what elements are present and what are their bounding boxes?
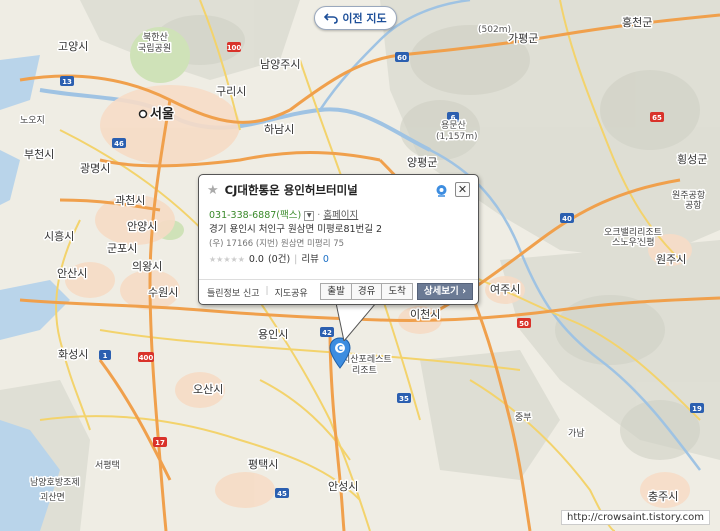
label-chungju: 충주시 bbox=[648, 490, 678, 503]
seoul-city-marker bbox=[138, 109, 148, 119]
label-gwacheon: 과천시 bbox=[115, 193, 145, 207]
detail-view-button[interactable]: 상세보기 › bbox=[416, 283, 473, 300]
popup-header: ★ CJ대한통운 용인허브터미널 ✕ bbox=[207, 181, 470, 199]
label-seopyeongtaek: 서평택 bbox=[95, 460, 120, 471]
label-yongmunsan: 용문산 bbox=[441, 120, 466, 131]
label-airport: 공항 bbox=[685, 200, 702, 211]
label-sinpyeong: 신평 bbox=[638, 237, 655, 248]
label-namyangho: 남양호방조제 bbox=[30, 477, 80, 488]
share-map-link[interactable]: 지도공유 bbox=[275, 286, 308, 299]
label-gapyeong: 가평군 bbox=[508, 32, 538, 45]
label-yeoju: 여주시 bbox=[490, 283, 520, 296]
road-shield-1: 1 bbox=[103, 352, 108, 360]
label-hanam: 하남시 bbox=[264, 122, 294, 136]
label-anseong: 안성시 bbox=[328, 480, 358, 493]
road-shield-35: 35 bbox=[399, 395, 409, 403]
label-goesan: 괴산면 bbox=[40, 492, 65, 503]
homepage-link[interactable]: 홈페이지 bbox=[323, 210, 358, 221]
review-count[interactable]: 0 bbox=[323, 253, 329, 267]
rating-count: (0건) bbox=[267, 254, 291, 265]
label-goyang: 고양시 bbox=[58, 40, 88, 53]
favorite-star-icon[interactable]: ★ bbox=[207, 183, 219, 198]
road-shield-60: 60 bbox=[397, 54, 407, 62]
label-seoul: 서울 bbox=[150, 106, 174, 122]
label-ansan: 안산시 bbox=[57, 267, 87, 280]
jibun-address: 원삼면 미평리 75 bbox=[280, 239, 345, 249]
label-icheon: 이천시 bbox=[410, 307, 440, 321]
location-target-icon[interactable] bbox=[435, 184, 448, 198]
label-bucheon: 부천시 bbox=[24, 147, 54, 161]
label-ganam: 가남 bbox=[568, 428, 585, 439]
jibun-label: (지번) bbox=[255, 239, 279, 249]
label-yangpyeong: 양평군 bbox=[407, 156, 437, 169]
via-button[interactable]: 경유 bbox=[350, 283, 383, 300]
label-hoengseong: 횡성군 bbox=[677, 153, 707, 166]
road-shield-45: 45 bbox=[277, 490, 287, 498]
previous-map-label: 이전 지도 bbox=[342, 12, 387, 25]
review-label: 리뷰 bbox=[301, 254, 319, 265]
postal-code: (우) 17166 bbox=[209, 239, 254, 249]
label-jungbu: 중부 bbox=[515, 412, 532, 423]
label-namyangju: 남양주시 bbox=[260, 58, 300, 71]
return-arrow-icon bbox=[324, 13, 339, 24]
road-shield-400: 400 bbox=[139, 354, 154, 362]
popup-body: 031-338-6887(팩스) ▼ · 홈페이지 경기 용인시 처인구 원삼면… bbox=[209, 209, 470, 267]
label-osan: 오산시 bbox=[193, 383, 223, 396]
report-error-link[interactable]: 틀린정보 신고 bbox=[207, 286, 260, 299]
label-national-park: 국립공원 bbox=[138, 43, 171, 54]
road-shield-13: 13 bbox=[62, 78, 72, 86]
place-title[interactable]: CJ대한통운 용인허브터미널 bbox=[225, 182, 358, 198]
label-siheung: 시흥시 bbox=[44, 229, 74, 243]
label-wonju: 원주시 bbox=[656, 253, 686, 266]
arrive-button[interactable]: 도착 bbox=[381, 283, 413, 300]
label-hwaseong: 화성시 bbox=[58, 348, 88, 361]
label-guri: 구리시 bbox=[216, 85, 246, 98]
label-jakbaksan-height: (502m) bbox=[478, 25, 511, 35]
rating-stars-icon: ★★★★★ bbox=[209, 255, 245, 264]
label-anyang: 안양시 bbox=[127, 220, 157, 233]
label-bukhansan: 북한산 bbox=[143, 32, 168, 43]
label-yongin: 용인시 bbox=[258, 328, 288, 341]
place-info-popup: ★ CJ대한통운 용인허브터미널 ✕ 031-338-6887(팩스) ▼ · … bbox=[198, 174, 479, 305]
road-shield-19: 19 bbox=[692, 405, 702, 413]
label-pyeongtaek: 평택시 bbox=[248, 458, 278, 471]
rating-value: 0.0 bbox=[248, 254, 264, 265]
rating-row: ★★★★★ 0.0 (0건) | 리뷰 0 bbox=[209, 253, 329, 267]
start-button[interactable]: 출발 bbox=[320, 283, 352, 300]
popup-pointer bbox=[336, 303, 376, 341]
road-shield-46: 46 bbox=[114, 140, 124, 148]
road-shield-100: 100 bbox=[227, 44, 242, 52]
label-oakvalley: 오크밸리리조트 bbox=[604, 227, 662, 238]
address-secondary: (우) 17166 (지번) 원삼면 미평리 75 bbox=[209, 237, 470, 251]
road-shield-42: 42 bbox=[322, 329, 332, 337]
place-address: 경기 용인시 처인구 원삼면 미평로81번길 2 bbox=[209, 224, 383, 235]
label-yongmunsan-height: (1,157m) bbox=[436, 132, 478, 142]
label-resort: 리조트 bbox=[352, 365, 377, 376]
road-shield-17: 17 bbox=[155, 439, 165, 447]
phone-number[interactable]: 031-338-6887(팩스) bbox=[209, 210, 301, 221]
label-gwangmyeong: 광명시 bbox=[80, 162, 110, 175]
label-nooji: 노오지 bbox=[20, 115, 45, 126]
popup-footer: 틀린정보 신고 | 지도공유 출발 경유 도착 상세보기 › bbox=[199, 279, 478, 304]
label-uiwang: 의왕시 bbox=[132, 260, 162, 273]
label-gunpo: 군포시 bbox=[107, 242, 137, 255]
label-wonju-airport: 원주공항 bbox=[672, 190, 705, 201]
label-suwon: 수원시 bbox=[148, 286, 178, 299]
road-shield-40: 40 bbox=[562, 215, 572, 223]
chevron-down-icon[interactable]: ▼ bbox=[304, 210, 315, 221]
road-shield-65: 65 bbox=[652, 114, 662, 122]
blog-watermark: http://crowsaint.tistory.com bbox=[561, 510, 710, 525]
close-icon[interactable]: ✕ bbox=[455, 182, 470, 197]
previous-map-button[interactable]: 이전 지도 bbox=[314, 6, 397, 30]
label-hongcheon: 홍천군 bbox=[622, 15, 652, 29]
road-shield-50: 50 bbox=[519, 320, 529, 328]
svg-text:C: C bbox=[337, 344, 343, 353]
label-jisan-forest: 지산포레스트 bbox=[342, 354, 392, 365]
